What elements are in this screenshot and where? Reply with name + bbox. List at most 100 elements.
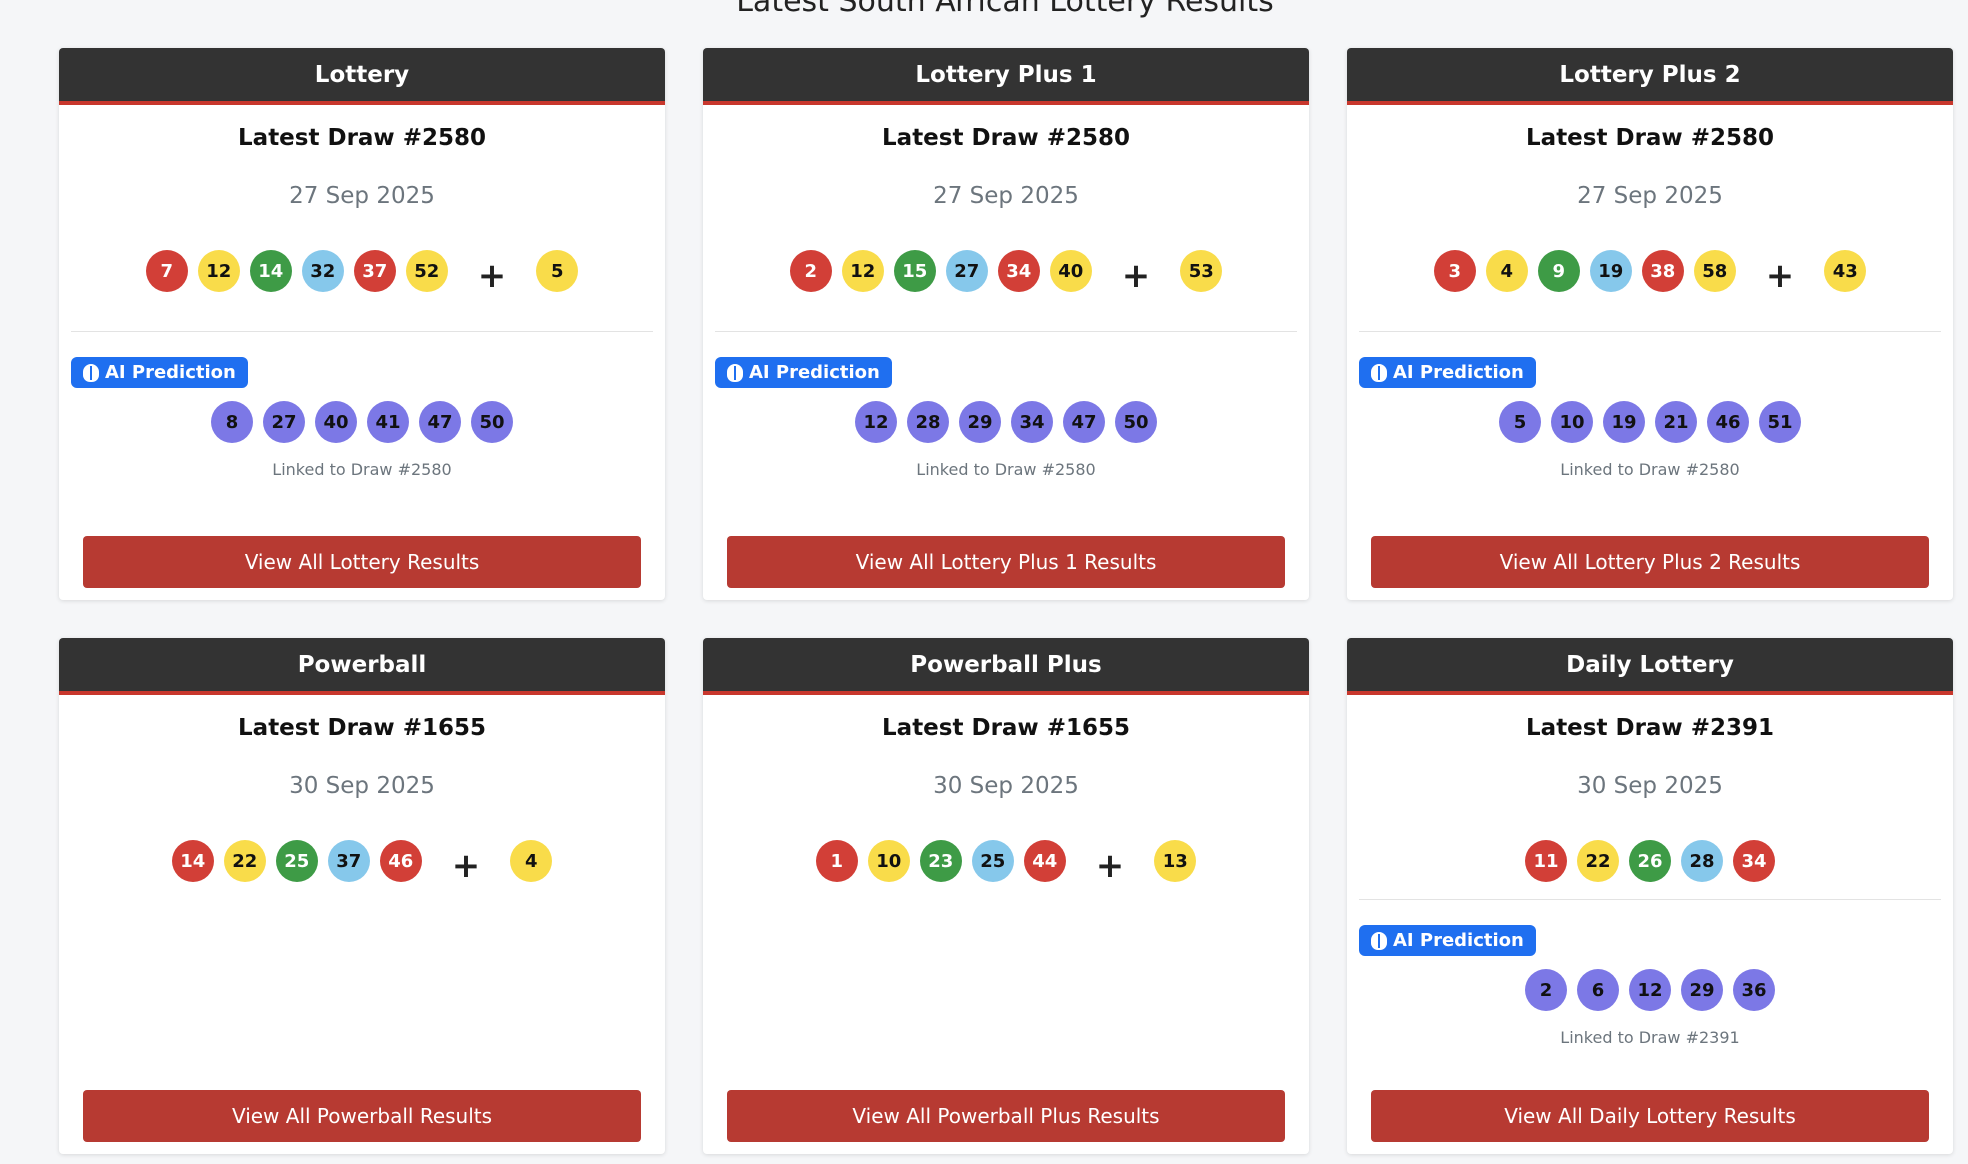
drawn-numbers: 11 22 26 28 34 bbox=[1347, 839, 1953, 883]
plus-sign: + bbox=[1121, 256, 1151, 296]
prediction-ball: 50 bbox=[471, 401, 513, 443]
card-title: Powerball bbox=[59, 638, 665, 695]
number-ball: 40 bbox=[1049, 250, 1092, 292]
number-ball: 15 bbox=[893, 250, 936, 292]
number-ball: 32 bbox=[301, 250, 344, 292]
prediction-ball: 41 bbox=[367, 401, 409, 443]
bonus-ball: 13 bbox=[1154, 840, 1197, 882]
number-ball: 28 bbox=[1681, 840, 1723, 882]
number-ball: 26 bbox=[1629, 840, 1671, 882]
number-ball: 22 bbox=[223, 840, 266, 882]
view-all-results-button[interactable]: View All Lottery Results bbox=[83, 536, 641, 588]
page-title: Latest South African Lottery Results bbox=[736, 0, 1274, 19]
number-ball: 12 bbox=[841, 250, 884, 292]
result-card-powerball: Powerball Latest Draw #1655 30 Sep 2025 14 2… bbox=[59, 638, 665, 1154]
drawn-numbers: 14 22 25 37 46 +4 bbox=[59, 839, 665, 886]
draw-number: Latest Draw #2580 bbox=[238, 125, 486, 151]
prediction-ball: 2 bbox=[1525, 969, 1567, 1011]
view-all-results-button[interactable]: View All Powerball Results bbox=[83, 1090, 641, 1142]
brain-icon bbox=[83, 363, 99, 382]
prediction-ball: 12 bbox=[1629, 969, 1671, 1011]
result-card-daily-lottery: Daily Lottery Latest Draw #2391 30 Sep 202… bbox=[1347, 638, 1953, 1154]
number-ball: 19 bbox=[1589, 250, 1632, 292]
section-divider bbox=[1359, 899, 1941, 900]
view-all-results-button[interactable]: View All Lottery Plus 2 Results bbox=[1371, 536, 1929, 588]
draw-date: 30 Sep 2025 bbox=[289, 773, 435, 799]
draw-number: Latest Draw #1655 bbox=[238, 715, 486, 741]
draw-date: 30 Sep 2025 bbox=[1577, 773, 1723, 799]
prediction-ball: 12 bbox=[855, 401, 897, 443]
number-ball: 25 bbox=[275, 840, 318, 882]
draw-date: 27 Sep 2025 bbox=[289, 183, 435, 209]
predicted-numbers: 12 28 29 34 47 50 bbox=[703, 400, 1309, 444]
plus-sign: + bbox=[451, 846, 481, 886]
number-ball: 27 bbox=[945, 250, 988, 292]
view-all-results-button[interactable]: View All Daily Lottery Results bbox=[1371, 1090, 1929, 1142]
draw-number: Latest Draw #2580 bbox=[882, 125, 1130, 151]
ai-prediction-label: AI Prediction bbox=[105, 362, 236, 383]
number-ball: 12 bbox=[197, 250, 240, 292]
number-ball: 38 bbox=[1641, 250, 1684, 292]
number-ball: 34 bbox=[997, 250, 1040, 292]
section-divider bbox=[715, 331, 1297, 332]
brain-icon bbox=[1371, 363, 1387, 382]
number-ball: 11 bbox=[1525, 840, 1567, 882]
drawn-numbers: 2 12 15 27 34 40 +53 bbox=[703, 249, 1309, 296]
number-ball: 52 bbox=[405, 250, 448, 292]
number-ball: 14 bbox=[171, 840, 214, 882]
plus-sign: + bbox=[477, 256, 507, 296]
prediction-ball: 29 bbox=[1681, 969, 1723, 1011]
draw-number: Latest Draw #2391 bbox=[1526, 715, 1774, 741]
number-ball: 58 bbox=[1693, 250, 1736, 292]
draw-date: 30 Sep 2025 bbox=[933, 773, 1079, 799]
predicted-numbers: 8 27 40 41 47 50 bbox=[59, 400, 665, 444]
number-ball: 25 bbox=[971, 840, 1014, 882]
view-all-results-button[interactable]: View All Lottery Plus 1 Results bbox=[727, 536, 1285, 588]
section-divider bbox=[71, 331, 653, 332]
predicted-numbers: 2 6 12 29 36 bbox=[1347, 968, 1953, 1012]
prediction-ball: 8 bbox=[211, 401, 253, 443]
section-divider bbox=[1359, 331, 1941, 332]
number-ball: 44 bbox=[1023, 840, 1066, 882]
prediction-ball: 27 bbox=[263, 401, 305, 443]
card-title: Powerball Plus bbox=[703, 638, 1309, 695]
prediction-ball: 46 bbox=[1707, 401, 1749, 443]
result-card-lottery: Lottery Latest Draw #2580 27 Sep 2025 7 12 14… bbox=[59, 48, 665, 600]
number-ball: 14 bbox=[249, 250, 292, 292]
result-card-lottery-plus-2: Lottery Plus 2 Latest Draw #2580 27 Sep 20… bbox=[1347, 48, 1953, 600]
number-ball: 10 bbox=[867, 840, 910, 882]
number-ball: 4 bbox=[1485, 250, 1528, 292]
number-ball: 37 bbox=[327, 840, 370, 882]
prediction-ball: 19 bbox=[1603, 401, 1645, 443]
bonus-ball: 4 bbox=[510, 840, 553, 882]
prediction-ball: 21 bbox=[1655, 401, 1697, 443]
brain-icon bbox=[727, 363, 743, 382]
ai-prediction-label: AI Prediction bbox=[749, 362, 880, 383]
number-ball: 46 bbox=[379, 840, 422, 882]
prediction-ball: 51 bbox=[1759, 401, 1801, 443]
number-ball: 34 bbox=[1733, 840, 1775, 882]
drawn-numbers: 1 10 23 25 44 +13 bbox=[703, 839, 1309, 886]
predicted-numbers: 5 10 19 21 46 51 bbox=[1347, 400, 1953, 444]
linked-draw-text: Linked to Draw #2580 bbox=[916, 460, 1096, 479]
number-ball: 9 bbox=[1537, 250, 1580, 292]
prediction-ball: 10 bbox=[1551, 401, 1593, 443]
prediction-ball: 6 bbox=[1577, 969, 1619, 1011]
linked-draw-text: Linked to Draw #2391 bbox=[1560, 1028, 1740, 1047]
prediction-ball: 50 bbox=[1115, 401, 1157, 443]
card-title: Lottery Plus 2 bbox=[1347, 48, 1953, 105]
number-ball: 1 bbox=[815, 840, 858, 882]
ai-prediction-badge: AI Prediction bbox=[1359, 357, 1536, 388]
ai-prediction-label: AI Prediction bbox=[1393, 930, 1524, 951]
card-title: Lottery bbox=[59, 48, 665, 105]
draw-number: Latest Draw #1655 bbox=[882, 715, 1130, 741]
number-ball: 7 bbox=[145, 250, 188, 292]
number-ball: 2 bbox=[789, 250, 832, 292]
prediction-ball: 47 bbox=[1063, 401, 1105, 443]
card-title: Lottery Plus 1 bbox=[703, 48, 1309, 105]
number-ball: 22 bbox=[1577, 840, 1619, 882]
card-title: Daily Lottery bbox=[1347, 638, 1953, 695]
view-all-results-button[interactable]: View All Powerball Plus Results bbox=[727, 1090, 1285, 1142]
linked-draw-text: Linked to Draw #2580 bbox=[272, 460, 452, 479]
prediction-ball: 28 bbox=[907, 401, 949, 443]
